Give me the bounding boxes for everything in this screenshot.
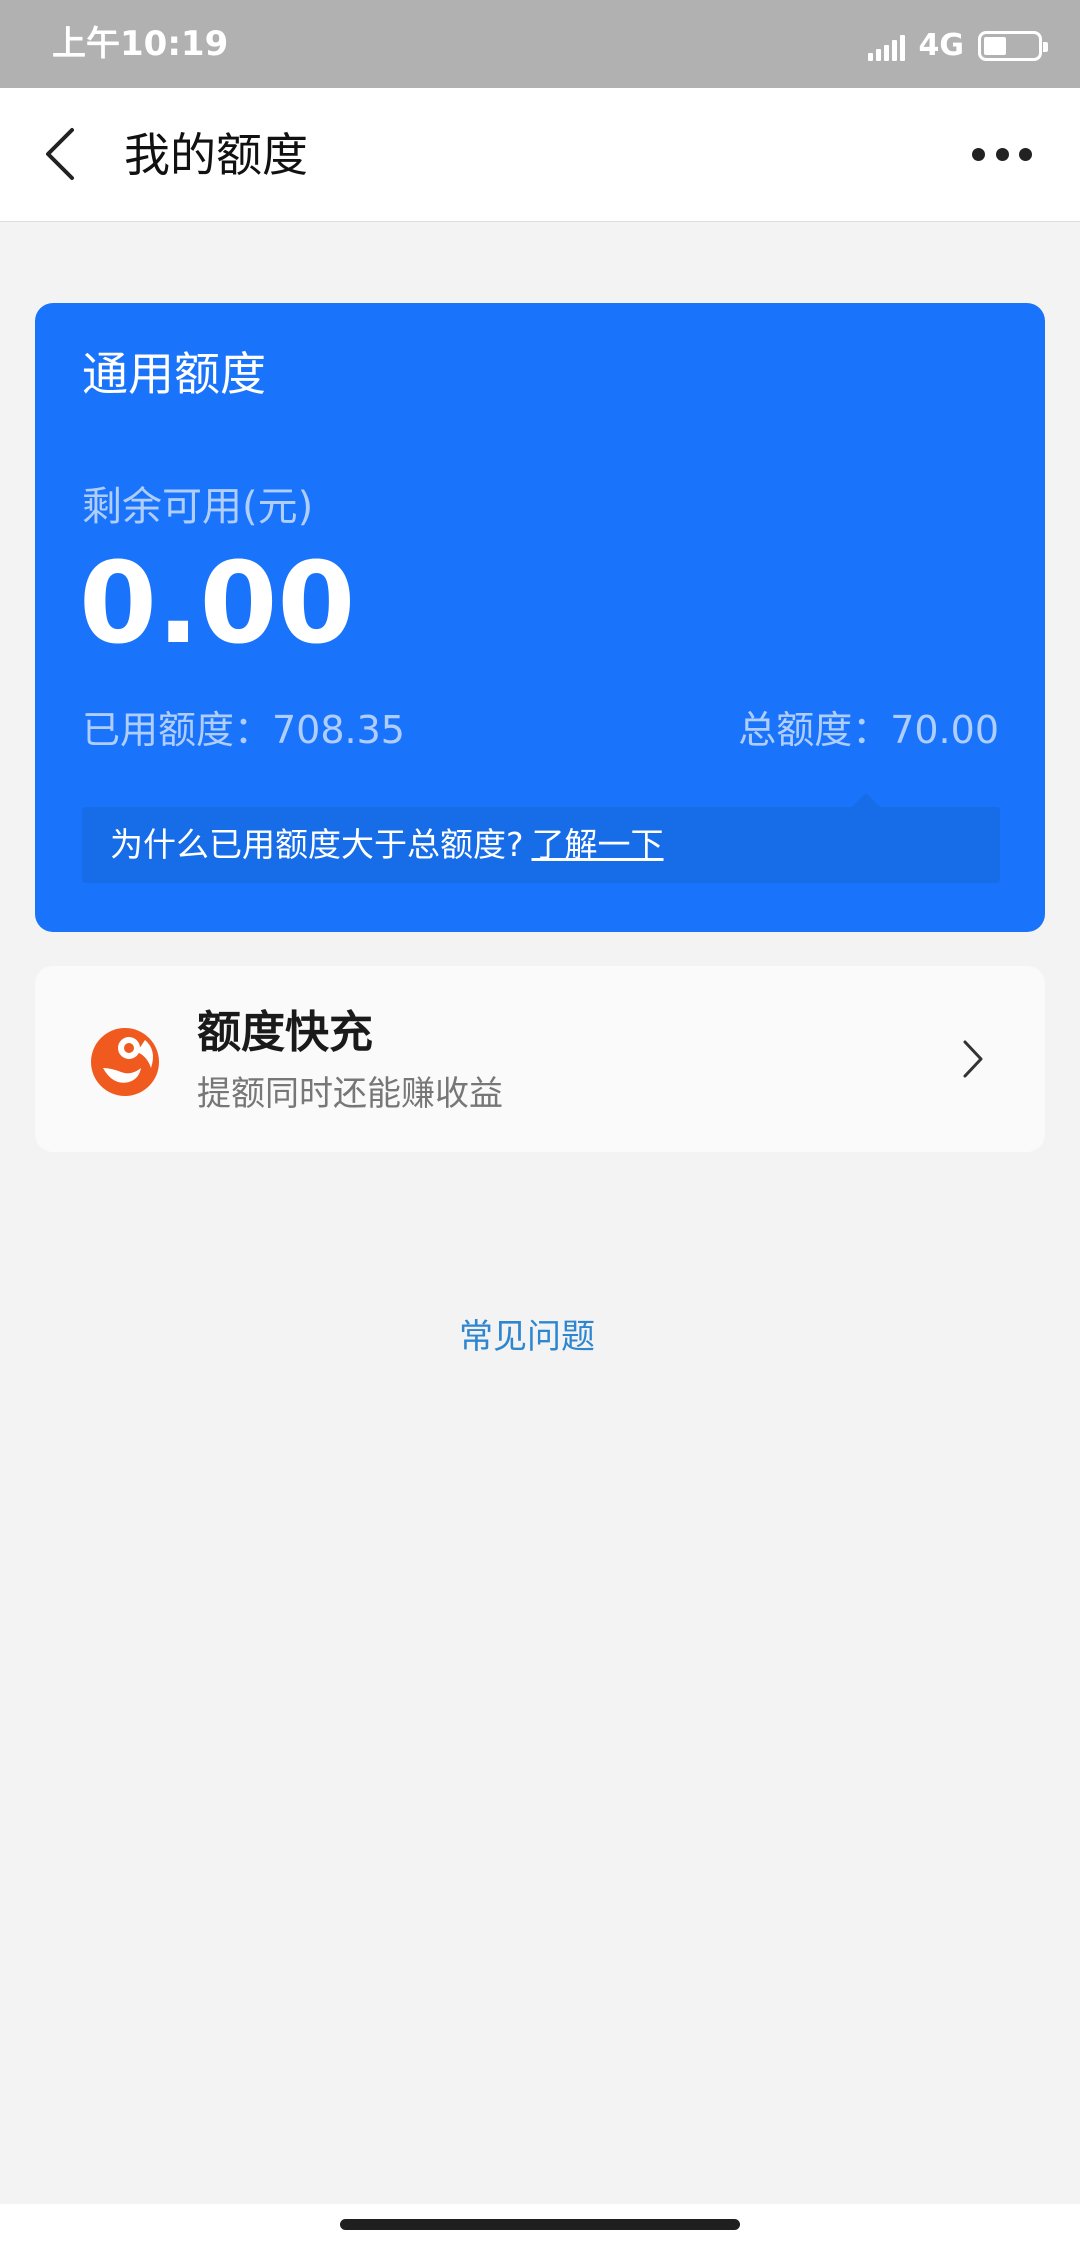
boost-subtitle: 提额同时还能赚收益: [197, 1074, 503, 1114]
home-indicator[interactable]: [340, 2219, 740, 2230]
card-title: 通用额度: [82, 347, 266, 401]
chevron-left-icon: [46, 128, 74, 180]
quota-boost-item[interactable]: 额度快充 提额同时还能赚收益: [35, 966, 1045, 1152]
remaining-label: 剩余可用(元): [82, 484, 314, 530]
tip-text: 为什么已用额度大于总额度?: [110, 825, 524, 864]
orange-logo-icon: [85, 1020, 165, 1100]
chevron-right-icon: [959, 1036, 987, 1082]
battery-icon: [978, 31, 1048, 61]
signal-icon: [867, 31, 905, 61]
network-type: 4G: [918, 28, 965, 63]
navigation-bar: 我的额度: [0, 88, 1080, 222]
total-quota: 总额度：70.00: [738, 708, 999, 752]
back-button[interactable]: [38, 124, 88, 184]
boost-title: 额度快充: [197, 1007, 373, 1058]
general-quota-card: 通用额度 剩余可用(元) 0.00 已用额度：708.35 总额度：70.00 …: [35, 303, 1045, 932]
learn-more-link[interactable]: 了解一下: [532, 825, 664, 864]
faq-link[interactable]: 常见问题: [0, 1312, 1054, 1362]
more-dots-icon[interactable]: [972, 138, 1032, 170]
used-quota: 已用额度：708.35: [82, 708, 405, 752]
status-time: 上午10:19: [52, 24, 229, 64]
remaining-value: 0.00: [79, 539, 356, 669]
status-icons: 4G: [867, 26, 1048, 66]
status-bar: 上午10:19 4G: [0, 0, 1080, 88]
page-title: 我的额度: [124, 128, 308, 182]
quota-tip: 为什么已用额度大于总额度? 了解一下: [82, 793, 1000, 883]
